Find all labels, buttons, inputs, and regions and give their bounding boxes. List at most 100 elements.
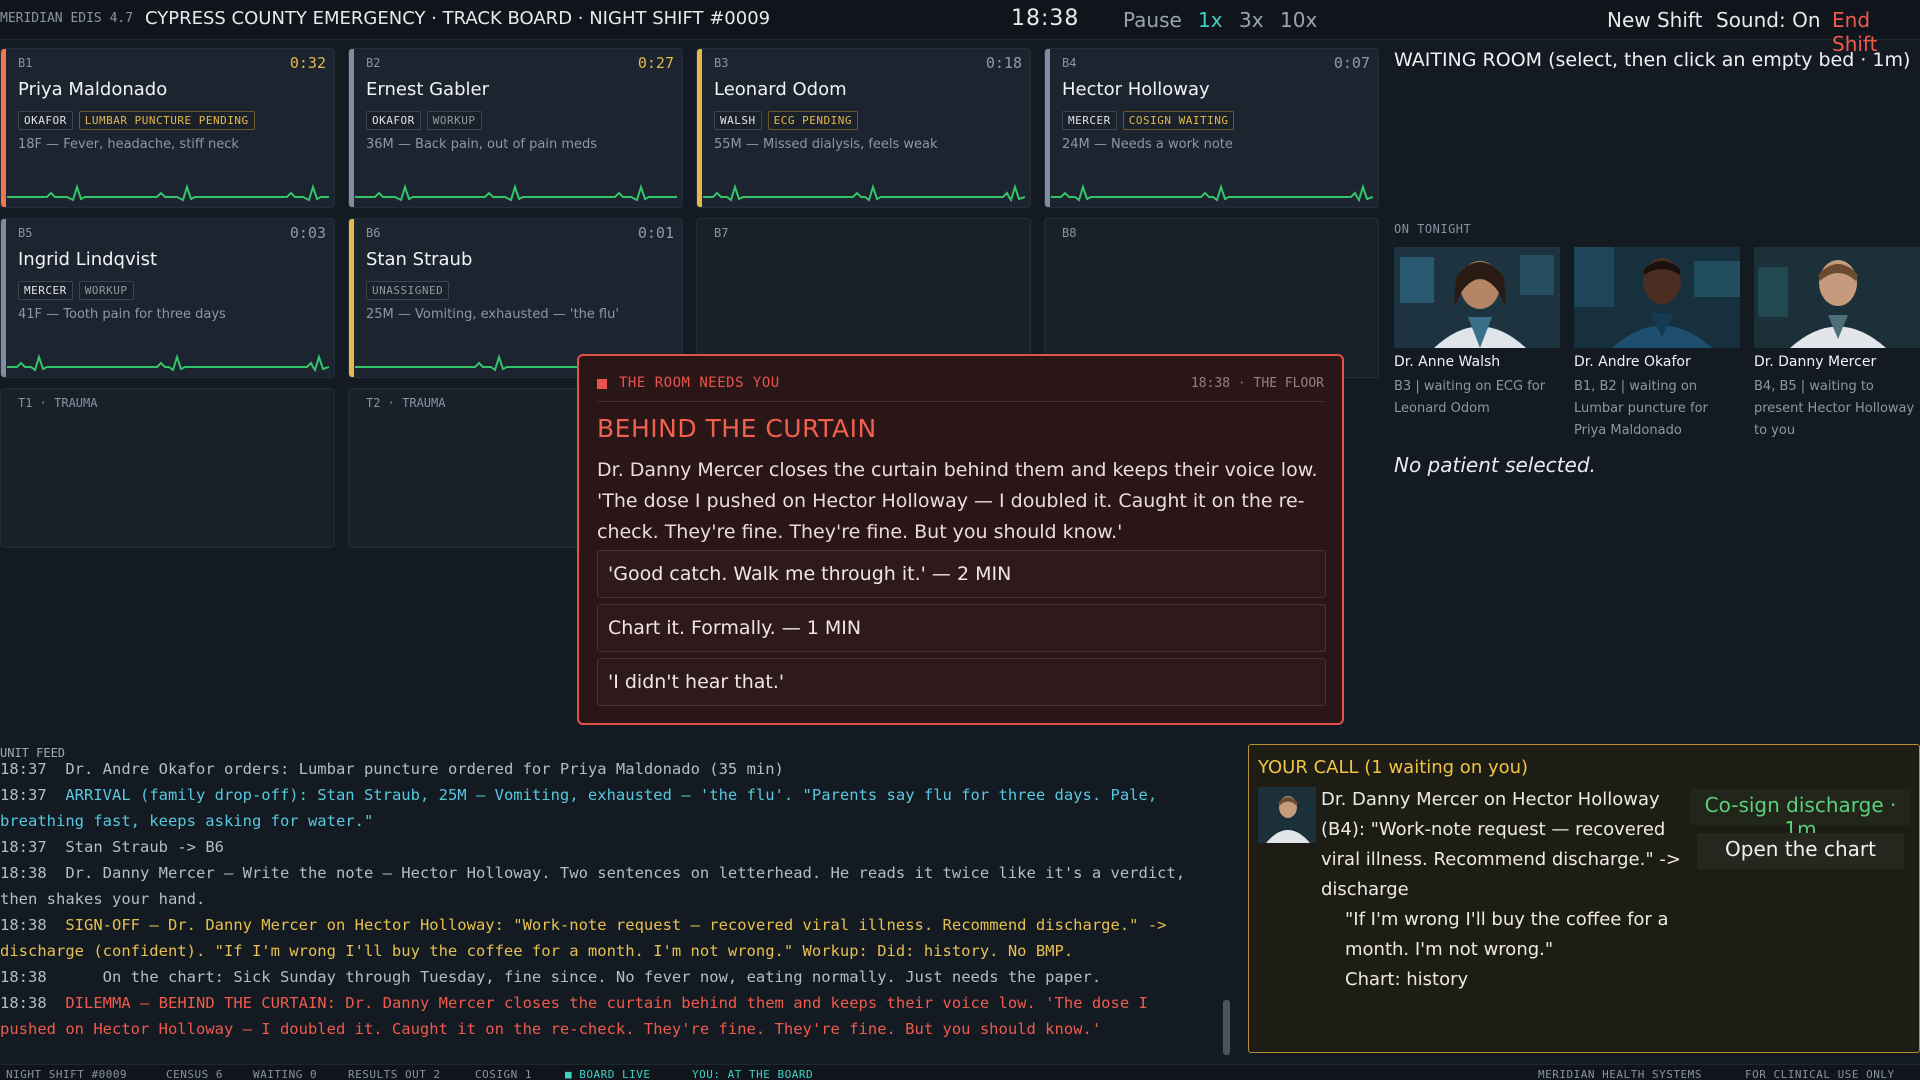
bed-card-b4[interactable]: B4 0:07 Hector Holloway MERCER COSIGN WA… xyxy=(1044,48,1379,208)
doctor-status: B4, B5 | waiting to present Hector Hollo… xyxy=(1754,379,1915,438)
doctor-tag: WALSH xyxy=(714,111,762,130)
bed-timer: 0:32 xyxy=(289,54,326,72)
unit-feed-label: UNIT FEED xyxy=(0,746,66,760)
status-tag: WORKUP xyxy=(78,281,134,300)
patient-name: Priya Maldonado xyxy=(18,79,168,100)
chief-complaint: 25M — Vomiting, exhausted — 'the flu' xyxy=(366,307,619,322)
modal-title: BEHIND THE CURTAIN xyxy=(597,414,877,443)
waiting-room-title: WAITING ROOM (select, then click an empt… xyxy=(1394,49,1911,71)
doctor-name: Dr. Anne Walsh xyxy=(1394,354,1501,370)
ecg-trace xyxy=(703,183,1025,203)
bed-timer: 0:01 xyxy=(637,224,674,242)
presenting-doctor-avatar xyxy=(1258,787,1316,843)
unit-feed[interactable]: 18:37 Dr. Andre Okafor orders: Lumbar pu… xyxy=(0,762,1215,1062)
bed-timer: 0:27 xyxy=(637,54,674,72)
bed-timer: 0:03 xyxy=(289,224,326,242)
pause-button[interactable]: Pause xyxy=(1123,8,1182,32)
bed-status-accent xyxy=(697,49,702,207)
bed-timer: 0:07 xyxy=(1333,54,1370,72)
bed-card-b1[interactable]: B1 0:32 Priya Maldonado OKAFOR LUMBAR PU… xyxy=(0,48,335,208)
patient-name: Hector Holloway xyxy=(1062,79,1210,100)
speed-3x-button[interactable]: 3x xyxy=(1239,8,1264,32)
feed-entry: 18:37 ARRIVAL (family drop-off): Stan St… xyxy=(0,786,1167,830)
cosign-discharge-button[interactable]: Co-sign discharge · 1m xyxy=(1690,789,1911,841)
on-tonight-label: ON TONIGHT xyxy=(1394,222,1472,236)
patient-name: Leonard Odom xyxy=(714,79,847,100)
status-results: RESULTS OUT 2 xyxy=(348,1068,441,1080)
feed-scrollbar[interactable] xyxy=(1223,1000,1230,1055)
modal-meta: 18:38 · THE FLOOR xyxy=(1190,376,1324,391)
status-disclaimer: FOR CLINICAL USE ONLY xyxy=(1745,1068,1895,1080)
doctor-name: Dr. Andre Okafor xyxy=(1574,354,1691,370)
feed-entry: 18:37 Stan Straub -> B6 xyxy=(0,838,224,856)
doctor-tag: UNASSIGNED xyxy=(366,281,450,300)
doctor-status: B1, B2 | waiting on Lumbar puncture for … xyxy=(1574,379,1708,438)
top-bar: MERIDIAN EDIS 4.7 CYPRESS COUNTY EMERGEN… xyxy=(0,0,1920,56)
doctor-tag: OKAFOR xyxy=(366,111,421,130)
feed-entry: 18:38 DILEMMA — BEHIND THE CURTAIN: Dr. … xyxy=(0,994,1158,1038)
doctor-portrait xyxy=(1754,247,1920,348)
status-census: CENSUS 6 xyxy=(166,1068,223,1080)
doctor-status: B3 | waiting on ECG for Leonard Odom xyxy=(1394,379,1546,416)
chief-complaint: 24M — Needs a work note xyxy=(1062,137,1233,152)
doctor-portrait xyxy=(1574,247,1740,348)
bed-timer: 0:18 xyxy=(985,54,1022,72)
feed-entry: 18:37 Dr. Andre Okafor orders: Lumbar pu… xyxy=(0,762,784,778)
no-patient-selected: No patient selected. xyxy=(1394,453,1596,477)
trauma-bay-label: T2 · TRAUMA xyxy=(366,396,446,410)
patient-name: Ingrid Lindqvist xyxy=(18,249,158,270)
modal-body: Dr. Danny Mercer closes the curtain behi… xyxy=(597,459,1318,543)
status-cosign: COSIGN 1 xyxy=(475,1068,532,1080)
modal-header: THE ROOM NEEDS YOU 18:38 · THE FLOOR xyxy=(597,374,1324,402)
app-brand: MERIDIAN EDIS 4.7 xyxy=(0,11,134,26)
bed-status-accent xyxy=(1045,49,1050,207)
shift-clock: 18:38 xyxy=(1011,6,1080,31)
bed-card-b5[interactable]: B5 0:03 Ingrid Lindqvist MERCER WORKUP 4… xyxy=(0,218,335,378)
bed-status-accent xyxy=(1,219,6,377)
bed-id: B6 xyxy=(366,226,381,240)
board-title: CYPRESS COUNTY EMERGENCY · TRACK BOARD ·… xyxy=(145,8,771,29)
doctor-name: Dr. Danny Mercer xyxy=(1754,354,1877,370)
status-tag: LUMBAR PUNCTURE PENDING xyxy=(78,111,255,130)
doctor-card-okafor[interactable]: Dr. Andre Okafor B1, B2 | waiting on Lum… xyxy=(1574,247,1740,442)
doctor-card-mercer[interactable]: Dr. Danny Mercer B4, B5 | waiting to pre… xyxy=(1754,247,1920,442)
speed-1x-button[interactable]: 1x xyxy=(1198,8,1223,32)
speed-10x-button[interactable]: 10x xyxy=(1280,8,1317,32)
ecg-trace xyxy=(7,353,329,373)
bed-card-b3[interactable]: B3 0:18 Leonard Odom WALSH ECG PENDING 5… xyxy=(696,48,1031,208)
your-call-panel: YOUR CALL (1 waiting on you) Dr. Danny M… xyxy=(1248,744,1920,1053)
status-tag: WORKUP xyxy=(426,111,482,130)
bed-id: B2 xyxy=(366,56,381,70)
doctor-tag: OKAFOR xyxy=(18,111,73,130)
sound-toggle[interactable]: Sound: On xyxy=(1716,8,1821,32)
presentation-chart: Chart: history xyxy=(1345,969,1469,990)
new-shift-button[interactable]: New Shift xyxy=(1607,8,1702,32)
bed-id: B5 xyxy=(18,226,33,240)
choice-walk-me-through[interactable]: 'Good catch. Walk me through it.' — 2 MI… xyxy=(597,550,1326,598)
bed-status-accent xyxy=(1,49,6,207)
bed-id: B7 xyxy=(714,226,729,240)
chief-complaint: 36M — Back pain, out of pain meds xyxy=(366,137,598,152)
doctor-portrait xyxy=(1394,247,1560,348)
bed-id: B3 xyxy=(714,56,729,70)
trauma-bay-t1[interactable]: T1 · TRAUMA xyxy=(0,388,335,548)
chief-complaint: 41F — Tooth pain for three days xyxy=(18,307,226,322)
choice-didnt-hear[interactable]: 'I didn't hear that.' xyxy=(597,658,1326,706)
open-chart-button[interactable]: Open the chart xyxy=(1697,833,1904,869)
patient-name: Ernest Gabler xyxy=(366,79,489,100)
presentation-quote: "If I'm wrong I'll buy the coffee for a … xyxy=(1345,909,1669,960)
bed-status-accent xyxy=(349,49,354,207)
dilemma-modal: THE ROOM NEEDS YOU 18:38 · THE FLOOR BEH… xyxy=(577,354,1344,725)
presentation-text: Dr. Danny Mercer on Hector Holloway (B4)… xyxy=(1321,785,1681,995)
ecg-trace xyxy=(355,183,677,202)
status-tag: ECG PENDING xyxy=(767,111,858,130)
bed-card-b2[interactable]: B2 0:27 Ernest Gabler OKAFOR WORKUP 36M … xyxy=(348,48,683,208)
feed-entry: 18:38 On the chart: Sick Sunday through … xyxy=(0,968,1102,986)
choice-chart-it[interactable]: Chart it. Formally. — 1 MIN xyxy=(597,604,1326,652)
status-waiting: WAITING 0 xyxy=(253,1068,318,1080)
doctor-tag: MERCER xyxy=(1062,111,1117,130)
chief-complaint: 18F — Fever, headache, stiff neck xyxy=(18,137,239,152)
feed-entry: 18:38 SIGN-OFF — Dr. Danny Mercer on Hec… xyxy=(0,916,1176,960)
status-board-live: ■ BOARD LIVE xyxy=(565,1068,651,1080)
doctor-card-walsh[interactable]: Dr. Anne Walsh B3 | waiting on ECG for L… xyxy=(1394,247,1560,420)
